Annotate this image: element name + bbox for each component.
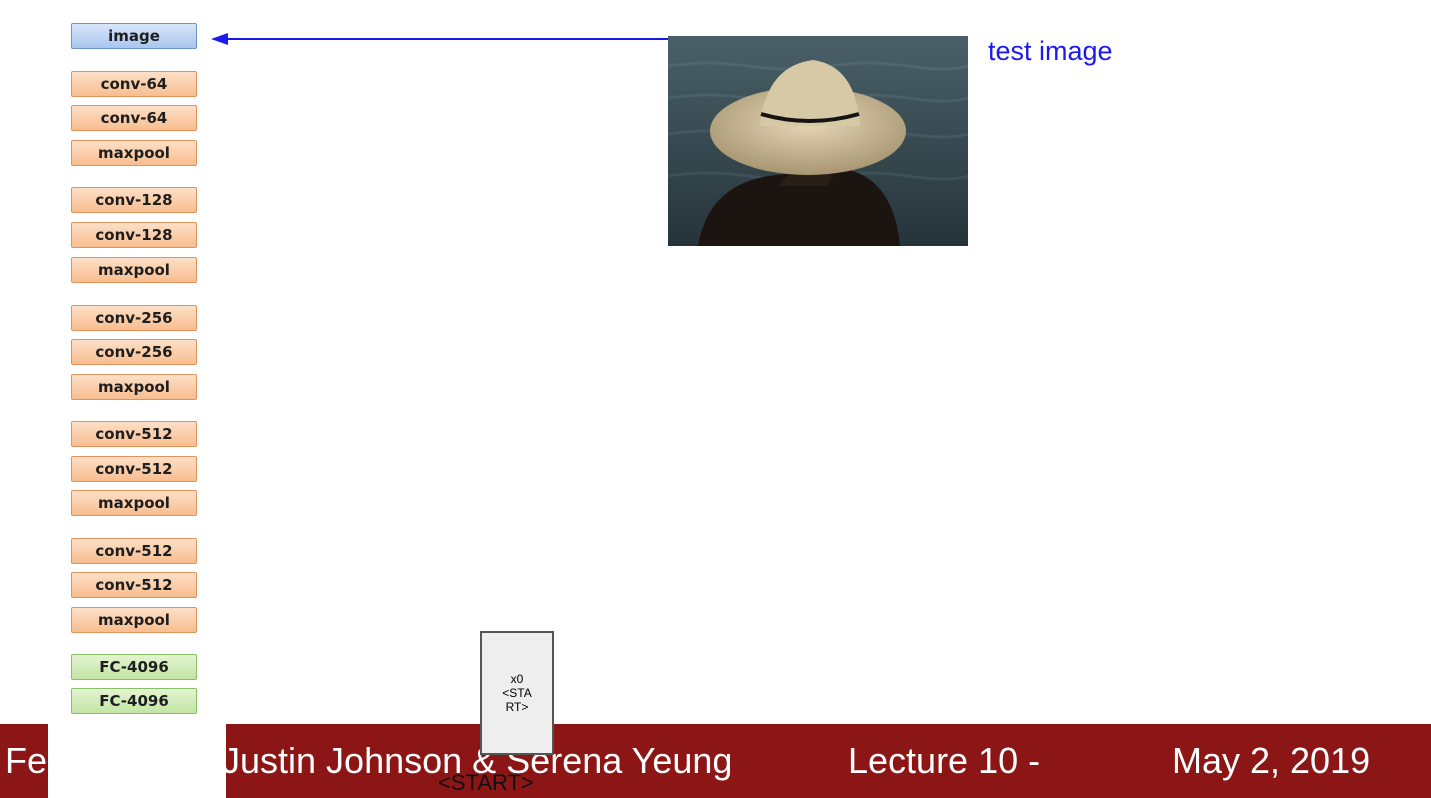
- x0-line-2: <STA: [502, 686, 532, 700]
- test-image-label: test image: [988, 36, 1113, 66]
- photo-person-straw-hat-icon: [668, 36, 968, 246]
- start-token-label: <START>: [438, 770, 534, 795]
- test-image-photo: [668, 36, 968, 246]
- footer-left-text: Fe: [5, 740, 48, 781]
- x0-line-3: RT>: [505, 700, 529, 714]
- arrow-head: [211, 33, 228, 45]
- rnn-input-x0-box: x0 <STA RT>: [480, 631, 554, 755]
- footer-lecture: Lecture 10 -: [848, 740, 1041, 781]
- footer-mask: [48, 724, 226, 798]
- x0-line-1: x0: [510, 672, 524, 686]
- footer-date: May 2, 2019: [1172, 740, 1371, 781]
